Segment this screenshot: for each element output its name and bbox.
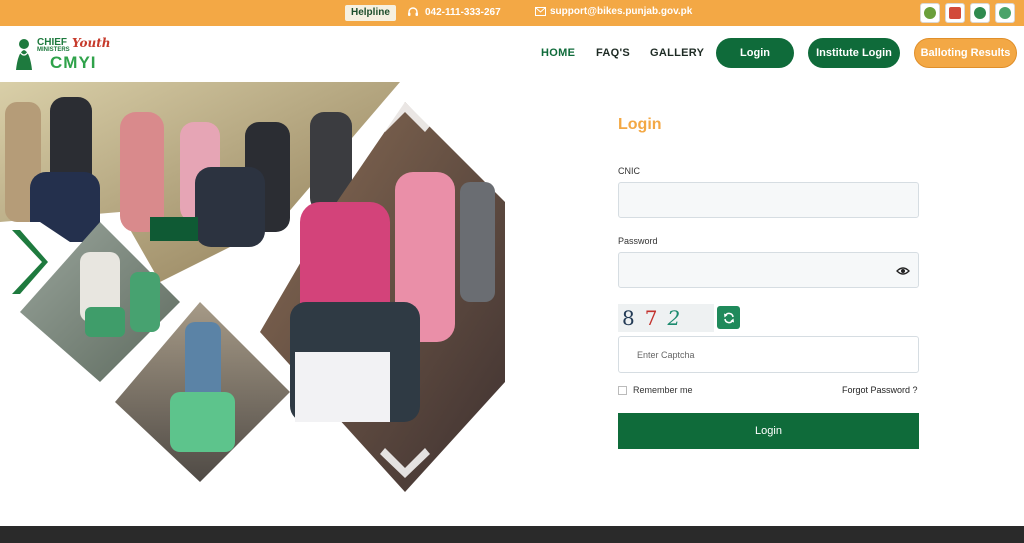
balloting-results-button[interactable]: Balloting Results bbox=[914, 38, 1017, 68]
logo-text-youth: Youth bbox=[72, 36, 111, 50]
forgot-password-link[interactable]: Forgot Password ? bbox=[842, 385, 918, 395]
phone-number: 042-111-333-267 bbox=[425, 6, 501, 18]
refresh-icon bbox=[723, 312, 734, 323]
eye-icon[interactable] bbox=[896, 264, 910, 278]
password-input[interactable] bbox=[618, 252, 919, 288]
login-submit-button[interactable]: Login bbox=[618, 413, 919, 449]
envelope-icon bbox=[535, 7, 546, 16]
password-label: Password bbox=[618, 236, 658, 246]
hero-collage bbox=[0, 82, 520, 502]
captcha-char-2: 7 bbox=[644, 306, 668, 330]
punjab-gov-logo bbox=[920, 3, 940, 23]
remember-me[interactable]: Remember me bbox=[618, 385, 693, 395]
cmyi-logo[interactable]: CHIEF MINISTERS Youth CMYI bbox=[12, 34, 112, 76]
main-header: CHIEF MINISTERS Youth CMYI HOME FAQ'S GA… bbox=[0, 26, 1024, 82]
headset-icon bbox=[408, 7, 418, 16]
captcha-char-3: 2 bbox=[667, 306, 691, 330]
bop-logo bbox=[945, 3, 965, 23]
partner-logos bbox=[920, 3, 1015, 23]
logo-text-cmyi: CMYI bbox=[50, 53, 97, 72]
punjab-logo bbox=[970, 3, 990, 23]
hero-photo-collage bbox=[0, 82, 505, 492]
institute-login-button[interactable]: Institute Login bbox=[808, 38, 900, 68]
helpline-badge: Helpline bbox=[345, 5, 396, 21]
top-info-bar: Helpline 042-111-333-267 support@bikes.p… bbox=[0, 0, 1024, 26]
login-title: Login bbox=[618, 116, 662, 133]
nav-faqs[interactable]: FAQ'S bbox=[596, 47, 630, 59]
remember-checkbox[interactable] bbox=[618, 385, 627, 395]
captcha-char-1: 8 bbox=[622, 306, 645, 330]
footer-bar bbox=[0, 526, 1024, 543]
email-address: support@bikes.punjab.gov.pk bbox=[550, 6, 693, 17]
nav-gallery[interactable]: GALLERY bbox=[650, 47, 704, 59]
youth-logo bbox=[995, 3, 1015, 23]
nav-home[interactable]: HOME bbox=[541, 47, 575, 59]
refresh-captcha-button[interactable] bbox=[717, 306, 740, 329]
cnic-input[interactable] bbox=[618, 182, 919, 218]
remember-label: Remember me bbox=[633, 385, 693, 395]
support-email[interactable]: support@bikes.punjab.gov.pk bbox=[535, 6, 692, 17]
cnic-label: CNIC bbox=[618, 166, 640, 176]
helpline-phone[interactable]: 042-111-333-267 bbox=[407, 6, 501, 18]
header-login-button[interactable]: Login bbox=[716, 38, 794, 68]
captcha-image: 8 7 2 bbox=[618, 304, 714, 332]
captcha-input[interactable]: Enter Captcha bbox=[618, 336, 919, 373]
